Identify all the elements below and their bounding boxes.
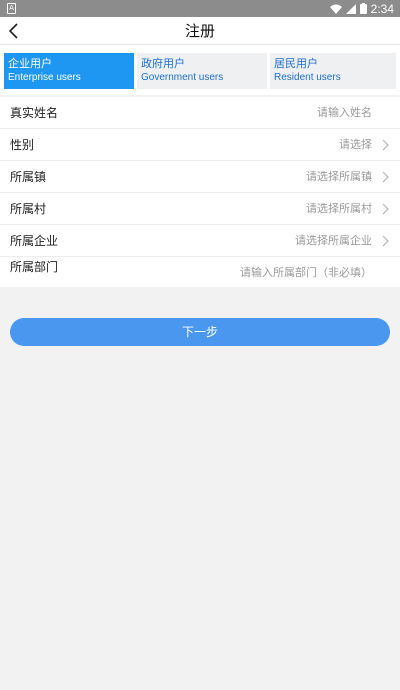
tab-label: 居民用户 — [274, 57, 318, 70]
nav-bar: 注册 — [0, 17, 400, 45]
chevron-right-icon — [382, 171, 389, 183]
registration-form: 真实姓名 请输入姓名 性别 请选择 所属镇 请选择所属镇 所属村 请选择所属村 … — [0, 97, 400, 287]
clock: 2:34 — [370, 1, 394, 16]
wifi-icon — [329, 4, 342, 14]
field-label: 所属企业 — [10, 234, 59, 248]
enterprise-select[interactable]: 请选择所属企业 — [295, 225, 372, 257]
tab-sublabel: Enterprise users — [8, 72, 81, 83]
field-label: 所属镇 — [10, 170, 47, 184]
field-label: 所属村 — [10, 202, 47, 216]
field-label: 性别 — [10, 138, 35, 152]
page-title: 注册 — [184, 22, 215, 40]
department-input[interactable]: 请输入所属部门（非必填） — [240, 257, 372, 289]
real-name-input[interactable]: 请输入姓名 — [317, 97, 372, 129]
user-type-tabs: 企业用户 Enterprise users 政府用户 Government us… — [0, 45, 400, 95]
gender-field[interactable]: 性别 请选择 — [0, 129, 400, 161]
status-bar: A 2:34 — [0, 0, 400, 17]
town-field[interactable]: 所属镇 请选择所属镇 — [0, 161, 400, 193]
tab-government-users[interactable]: 政府用户 Government users — [137, 53, 267, 89]
real-name-field[interactable]: 真实姓名 请输入姓名 — [0, 97, 400, 129]
tab-sublabel: Government users — [141, 72, 224, 83]
tab-resident-users[interactable]: 居民用户 Resident users — [270, 53, 396, 89]
village-select[interactable]: 请选择所属村 — [306, 193, 372, 225]
chevron-right-icon — [382, 235, 389, 247]
battery-icon — [359, 3, 367, 14]
tab-label: 政府用户 — [141, 57, 185, 70]
department-field[interactable]: 所属部门 请输入所属部门（非必填） — [0, 257, 400, 289]
town-select[interactable]: 请选择所属镇 — [306, 161, 372, 193]
sim-indicator-icon: A — [7, 3, 16, 14]
chevron-right-icon — [382, 203, 389, 215]
field-label: 所属部门 — [10, 260, 59, 274]
field-label: 真实姓名 — [10, 106, 59, 120]
next-button[interactable]: 下一步 — [10, 318, 390, 346]
chevron-right-icon — [382, 139, 389, 151]
village-field[interactable]: 所属村 请选择所属村 — [0, 193, 400, 225]
tab-sublabel: Resident users — [274, 72, 341, 83]
gender-select[interactable]: 请选择 — [339, 129, 372, 161]
tab-label: 企业用户 — [8, 57, 52, 70]
cell-signal-icon — [345, 3, 356, 14]
tab-enterprise-users[interactable]: 企业用户 Enterprise users — [4, 53, 134, 89]
enterprise-field[interactable]: 所属企业 请选择所属企业 — [0, 225, 400, 257]
